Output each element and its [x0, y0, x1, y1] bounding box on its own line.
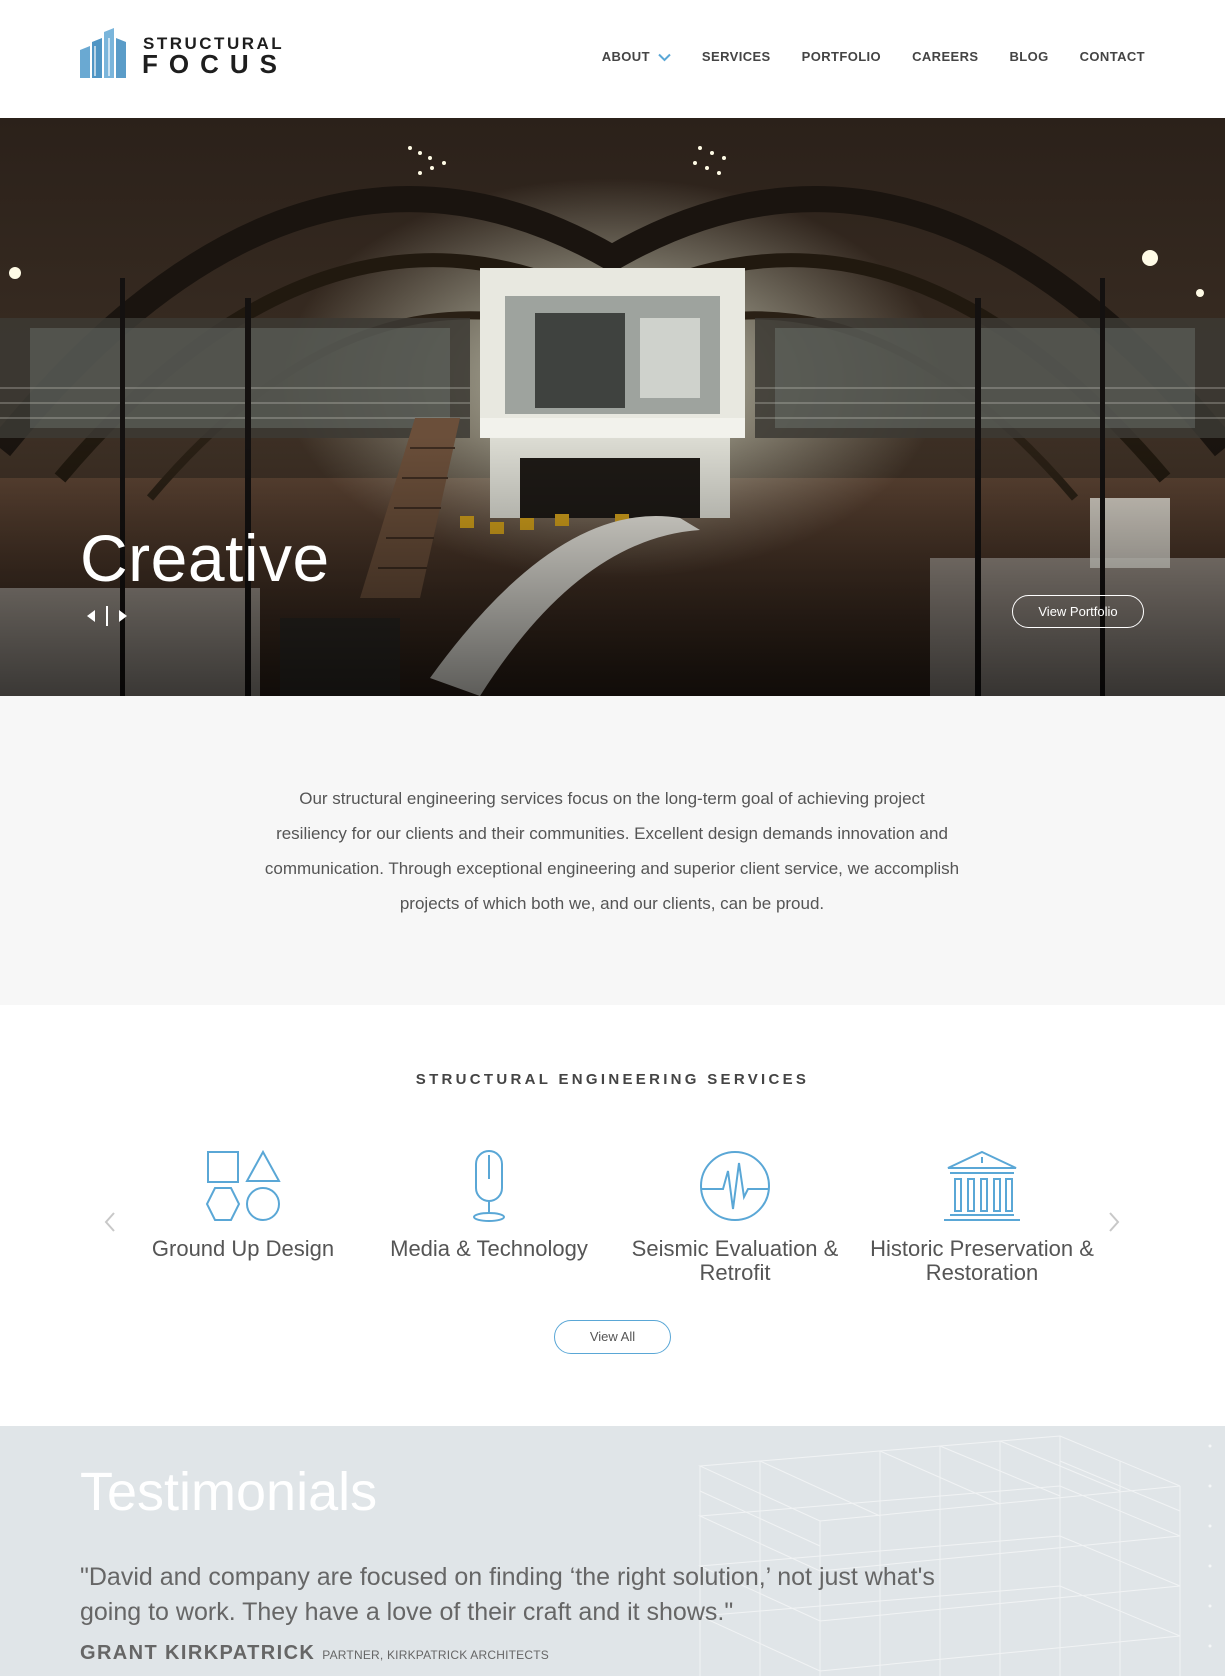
service-ground-up-design[interactable]: Ground Up Design: [128, 1149, 358, 1261]
author-role: PARTNER, KIRKPATRICK ARCHITECTS: [322, 1648, 549, 1662]
hero-next-button[interactable]: [116, 607, 130, 625]
historic-building-icon: [944, 1150, 1020, 1221]
nav-contact[interactable]: CONTACT: [1080, 48, 1145, 66]
nav-about[interactable]: ABOUT: [602, 48, 671, 66]
intro-text: Our structural engineering services focu…: [264, 789, 960, 913]
logo[interactable]: STRUCTURAL FOCUS: [80, 28, 310, 80]
caret-left-icon: [87, 610, 95, 622]
hero-arrow-divider: [106, 606, 108, 626]
services-prev-button[interactable]: [102, 1210, 118, 1234]
microphone-icon: [473, 1150, 505, 1222]
hero-title: Creative: [80, 521, 330, 595]
nav-blog[interactable]: BLOG: [1009, 48, 1048, 66]
view-all-services-button[interactable]: View All: [554, 1320, 671, 1354]
service-label: Historic Preservation & Restoration: [870, 1236, 1094, 1285]
nav-portfolio[interactable]: PORTFOLIO: [802, 48, 881, 66]
shapes-icon: [205, 1149, 281, 1221]
testimonials-section: Testimonials "David and company are focu…: [0, 1426, 1225, 1676]
nav-careers[interactable]: CAREERS: [912, 48, 978, 66]
service-label: Seismic Evaluation & Retrofit: [631, 1236, 839, 1285]
service-label: Media & Technology: [390, 1236, 588, 1261]
testimonial-author: GRANT KIRKPATRICK PARTNER, KIRKPATRICK A…: [80, 1642, 549, 1665]
chevron-right-icon: [1109, 1212, 1120, 1232]
chevron-left-icon: [104, 1212, 115, 1232]
intro-section: Our structural engineering services focu…: [0, 696, 1225, 1005]
services-next-button[interactable]: [1106, 1210, 1122, 1234]
service-media-technology[interactable]: Media & Technology: [374, 1149, 604, 1261]
view-portfolio-button[interactable]: View Portfolio: [1012, 595, 1144, 628]
hero-slider-controls: [84, 606, 130, 626]
testimonials-title: Testimonials: [80, 1462, 378, 1522]
wireframe-building-graphic: [698, 1435, 1212, 1676]
service-historic-preservation[interactable]: Historic Preservation & Restoration: [867, 1149, 1097, 1285]
main-nav: ABOUT SERVICES PORTFOLIO CAREERS BLOG CO…: [602, 48, 1145, 66]
site-header: STRUCTURAL FOCUS ABOUT SERVICES PORTFOLI…: [0, 0, 1225, 118]
testimonial-quote: "David and company are focused on findin…: [80, 1563, 935, 1626]
service-seismic-evaluation[interactable]: Seismic Evaluation & Retrofit: [620, 1149, 850, 1285]
services-section: STRUCTURAL ENGINEERING SERVICES Ground U…: [0, 1005, 1225, 1426]
chevron-down-icon: [658, 53, 671, 61]
service-label: Ground Up Design: [151, 1236, 335, 1261]
hero-slider: Creative View Portfolio: [0, 118, 1225, 696]
logo-line-2: FOCUS: [142, 49, 288, 79]
caret-right-icon: [119, 610, 127, 622]
author-name: GRANT KIRKPATRICK: [80, 1642, 316, 1664]
hero-prev-button[interactable]: [84, 607, 98, 625]
nav-services[interactable]: SERVICES: [702, 48, 771, 66]
services-heading: STRUCTURAL ENGINEERING SERVICES: [415, 1071, 810, 1088]
logo-buildings-icon: [80, 28, 126, 78]
seismic-pulse-icon: [700, 1151, 770, 1221]
nav-about-label: ABOUT: [601, 49, 650, 64]
